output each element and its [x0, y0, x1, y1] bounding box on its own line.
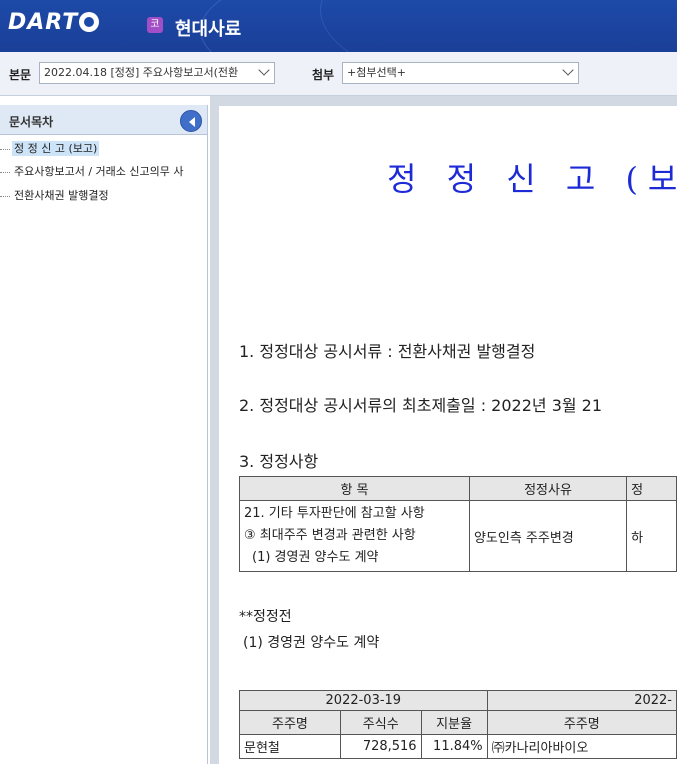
document-title: 정 정 신 고 (보고	[387, 160, 677, 198]
cell-ratio: 11.84%	[420, 734, 488, 759]
toc-item-label: 주요사항보고서 / 거래소 신고의무 사	[14, 165, 184, 178]
col-header-third: 정	[626, 476, 677, 501]
item-line: (1) 경영권 양수도 계약	[252, 550, 379, 565]
body-select-value: 2022.04.18 [정정] 주요사항보고서(전환	[44, 66, 239, 79]
before-correction-subtitle: (1) 경영권 양수도 계약	[243, 635, 380, 651]
table-row: 문현철 728,516 11.84% ㈜카나리아바이오	[239, 734, 677, 759]
item-line: 21. 기타 투자판단에 참고할 사항	[244, 506, 425, 521]
chevron-down-icon	[258, 64, 270, 76]
cell-shares: 728,516	[339, 734, 422, 759]
date-header-before: 2022-03-19	[239, 690, 488, 711]
chevron-down-icon	[562, 64, 574, 76]
col-header-ratio: 지분율	[420, 710, 488, 735]
col-header-shares: 주식수	[339, 710, 422, 735]
kosdaq-badge: 코	[147, 17, 163, 33]
table-header-row: 항 목 정정사유 정	[239, 476, 677, 501]
date-header-after: 2022-	[486, 690, 677, 711]
body-select[interactable]: 2022.04.18 [정정] 주요사항보고서(전환	[39, 62, 275, 84]
toc-panel: 문서목차 정 정 신 고 (보고) 주요사항보고서 / 거래소 신고의무 사 전…	[0, 105, 208, 764]
document-viewer[interactable]: 정 정 신 고 (보고 1. 정정대상 공시서류 : 전환사채권 발행결정 2.…	[210, 96, 677, 764]
tree-connector	[0, 148, 10, 150]
col-header-item: 항 목	[239, 476, 470, 501]
company-name: 현대사료	[175, 19, 242, 40]
correction-items-heading: 3. 정정사항	[239, 452, 319, 471]
table-date-row: 2022-03-19 2022-	[239, 690, 677, 711]
correction-table: 항 목 정정사유 정 21. 기타 투자판단에 참고할 사항 ③ 최대주주 변경…	[239, 476, 677, 572]
toc-item-cb-issuance[interactable]: 전환사채권 발행결정	[0, 186, 208, 206]
dart-logo[interactable]: DART	[8, 9, 100, 35]
shareholder-table: 2022-03-19 2022- 주주명 주식수 지분율 주주명 문현철 728…	[239, 690, 677, 759]
document-page: 정 정 신 고 (보고 1. 정정대상 공시서류 : 전환사채권 발행결정 2.…	[219, 106, 677, 764]
header-decoration	[320, 0, 677, 52]
attach-label: 첨부	[312, 68, 335, 82]
tree-connector	[0, 195, 10, 197]
col-header-holder: 주주명	[239, 710, 341, 735]
correction-target-doc: 1. 정정대상 공시서류 : 전환사채권 발행결정	[239, 342, 536, 361]
cell-holder: 문현철	[239, 734, 341, 759]
attach-select[interactable]: +첨부선택+	[342, 62, 579, 84]
before-correction-label: **정정전	[239, 609, 292, 625]
toc-item-label: 전환사채권 발행결정	[14, 189, 109, 202]
toolbar: 본문 2022.04.18 [정정] 주요사항보고서(전환 첨부 +첨부선택+	[0, 52, 677, 96]
app-header: DART 코 현대사료	[0, 0, 677, 52]
attach-select-value: +첨부선택+	[347, 66, 406, 79]
cell-holder-2: ㈜카나리아바이오	[486, 734, 677, 759]
tree-connector	[0, 171, 10, 173]
cell-item: 21. 기타 투자판단에 참고할 사항 ③ 최대주주 변경과 관련한 사항 (1…	[239, 500, 470, 572]
toc-header: 문서목차	[0, 105, 207, 135]
first-submission-date: 2. 정정대상 공시서류의 최초제출일 : 2022년 3월 21	[239, 396, 603, 415]
toc-item-major-report[interactable]: 주요사항보고서 / 거래소 신고의무 사	[0, 162, 208, 182]
cell-third: 하	[626, 500, 677, 572]
collapse-panel-button[interactable]	[180, 110, 202, 132]
body-label: 본문	[9, 68, 32, 82]
toc-item-label: 정 정 신 고 (보고)	[12, 141, 100, 156]
toc-item-correction-report[interactable]: 정 정 신 고 (보고)	[0, 139, 208, 159]
col-header-holder-2: 주주명	[486, 710, 677, 735]
cell-reason: 양도인측 주주변경	[468, 500, 628, 572]
logo-mark-icon	[79, 12, 100, 32]
col-header-reason: 정정사유	[468, 476, 628, 501]
item-line: ③ 최대주주 변경과 관련한 사항	[244, 528, 416, 543]
logo-text: DART	[8, 9, 79, 35]
table-header-row: 주주명 주식수 지분율 주주명	[239, 710, 677, 735]
table-row: 21. 기타 투자판단에 참고할 사항 ③ 최대주주 변경과 관련한 사항 (1…	[239, 500, 677, 572]
toc-title: 문서목차	[9, 115, 54, 129]
